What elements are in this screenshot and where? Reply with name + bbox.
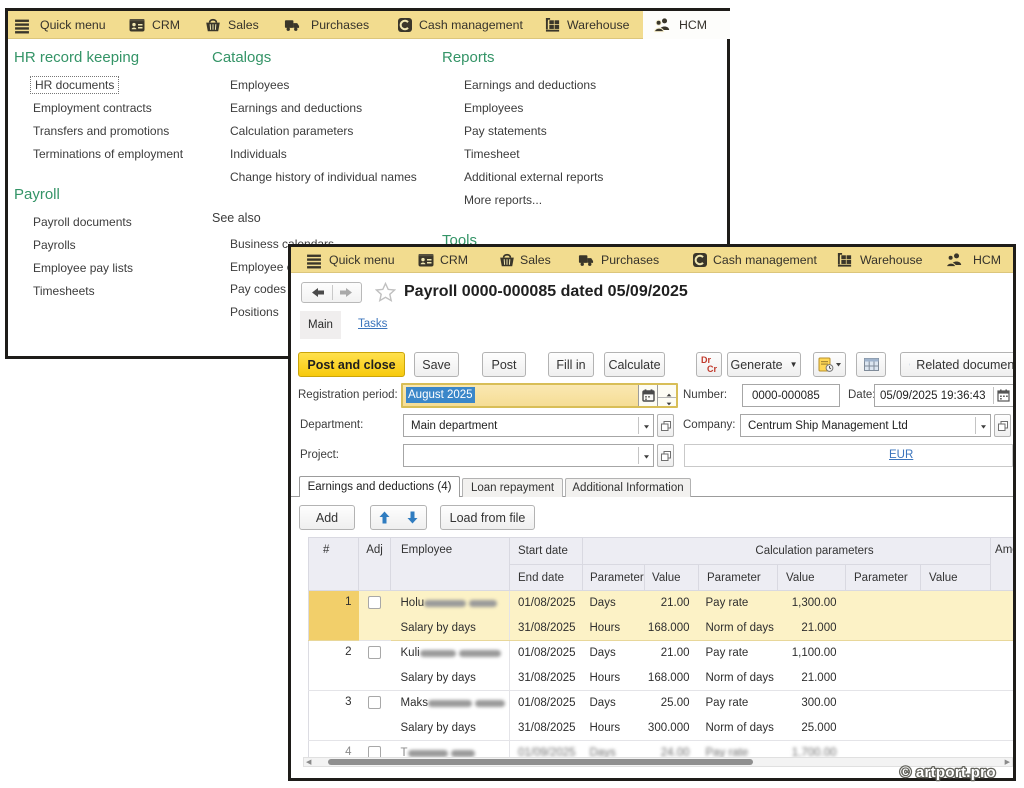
svg-text:© artport.pro: © artport.pro: [900, 764, 996, 781]
